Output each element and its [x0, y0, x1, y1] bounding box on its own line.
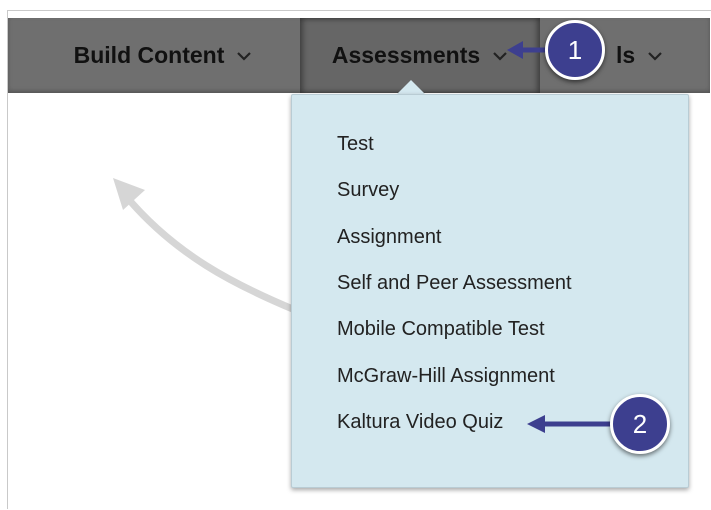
menu-item-mcgraw-hill-assignment[interactable]: McGraw-Hill Assignment — [337, 365, 555, 388]
build-content-label: Build Content — [73, 42, 225, 68]
menu-item-self-and-peer-assessment[interactable]: Self and Peer Assessment — [337, 272, 572, 295]
course-toolbar: Build Content Assessments ls — [8, 18, 710, 93]
menu-item-mobile-compatible-test[interactable]: Mobile Compatible Test — [337, 318, 545, 341]
chevron-down-icon — [236, 50, 252, 62]
menu-item-assignment[interactable]: Assignment — [337, 226, 442, 249]
step-2-callout: 2 — [610, 394, 670, 454]
step-1-number: 1 — [567, 34, 583, 65]
step-1-callout: 1 — [545, 20, 605, 80]
menu-caret — [396, 80, 426, 95]
tools-label: ls — [616, 42, 636, 68]
build-content-menu[interactable]: Build Content — [38, 18, 288, 93]
callout-arrow-2 — [527, 415, 613, 433]
menu-item-kaltura-video-quiz[interactable]: Kaltura Video Quiz — [337, 411, 503, 434]
assessments-label: Assessments — [331, 42, 481, 68]
chevron-down-icon — [647, 50, 663, 62]
menu-item-test[interactable]: Test — [337, 133, 374, 156]
background-arrow-graphic — [113, 178, 299, 314]
step-2-number: 2 — [632, 408, 648, 439]
menu-item-survey[interactable]: Survey — [337, 179, 399, 202]
